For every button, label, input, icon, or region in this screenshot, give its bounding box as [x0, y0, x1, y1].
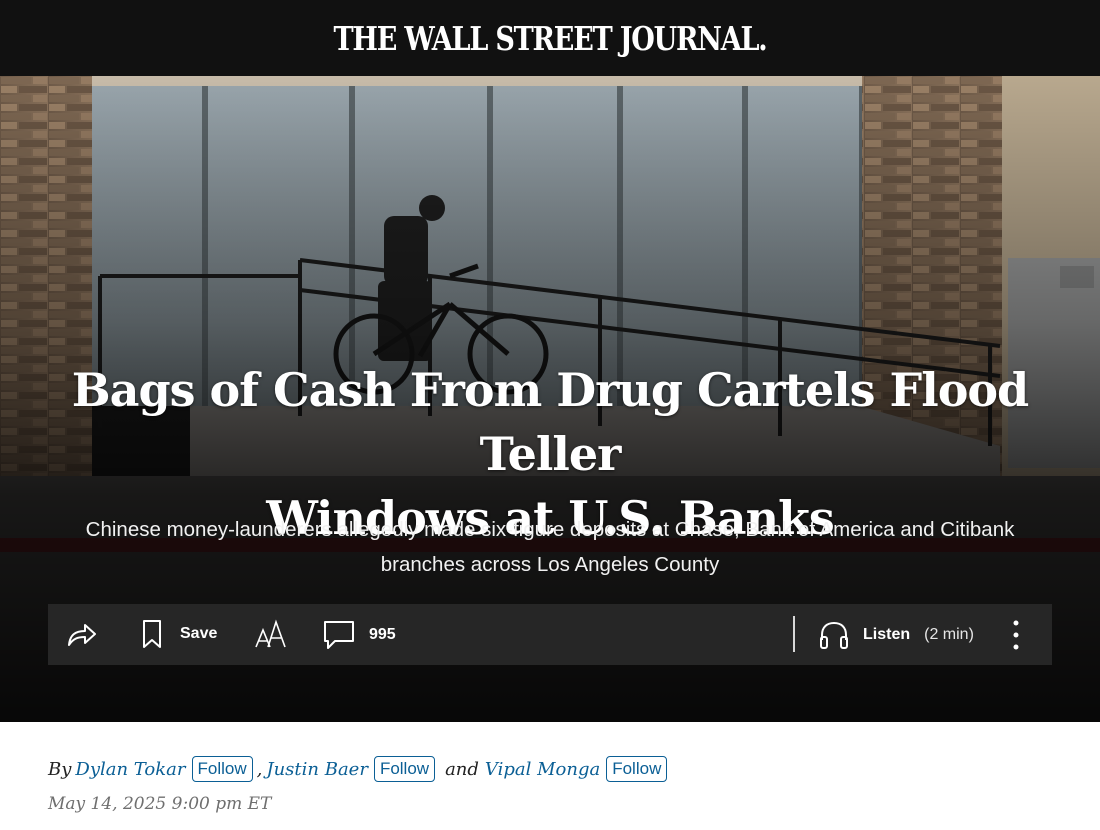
follow-button-dylan-tokar[interactable]: Follow: [191, 756, 253, 782]
more-vertical-icon: [1013, 620, 1019, 650]
follow-button-vipal-monga[interactable]: Follow: [606, 756, 668, 782]
byline-and: and: [445, 758, 479, 780]
article-dek: Chinese money-launderers allegedly made …: [40, 512, 1060, 582]
article-toolbar: Save 995 Listen (2 min): [48, 604, 1052, 665]
headline-line-1: Bags of Cash From Drug Cartels Flood Tel…: [71, 363, 1029, 481]
listen-label: Listen: [863, 626, 911, 643]
toolbar-divider: [793, 616, 795, 652]
save-label: Save: [180, 625, 218, 642]
dek-line-1: Chinese money-launderers allegedly made …: [85, 518, 1015, 541]
masthead-logo[interactable]: THE WALL STREET JOURNAL.: [334, 19, 768, 58]
text-size-button[interactable]: [254, 618, 288, 650]
text-size-icon: [255, 619, 286, 648]
top-bar: THE WALL STREET JOURNAL.: [0, 0, 1100, 76]
author-link-vipal-monga[interactable]: Vipal Monga: [485, 759, 600, 780]
author-link-dylan-tokar[interactable]: Dylan Tokar: [75, 759, 185, 780]
author-link-justin-baer[interactable]: Justin Baer: [266, 759, 368, 780]
share-icon: [68, 624, 96, 646]
comments-count: 995: [369, 626, 396, 643]
follow-button-justin-baer[interactable]: Follow: [373, 756, 436, 782]
byline-section: By Dylan Tokar Follow , Justin Baer Foll…: [48, 756, 1048, 814]
byline: By Dylan Tokar Follow , Justin Baer Foll…: [48, 756, 1048, 782]
publish-date: May 14, 2025 9:00 pm ET: [48, 794, 272, 814]
comment-icon: [324, 621, 354, 649]
bookmark-icon: [143, 620, 161, 648]
more-options-button[interactable]: [1008, 618, 1024, 652]
listen-duration: (2 min): [924, 626, 974, 643]
listen-button[interactable]: Listen (2 min): [818, 620, 974, 650]
share-button[interactable]: [66, 620, 98, 648]
comments-button[interactable]: 995: [323, 620, 396, 650]
byline-by: By: [48, 758, 72, 780]
dek-line-2: branches across Los Angeles County: [380, 553, 720, 576]
headphones-icon: [820, 621, 848, 649]
save-button[interactable]: Save: [142, 619, 217, 649]
byline-separator: ,: [256, 758, 263, 780]
hero-image: Bags of Cash From Drug Cartels Flood Tel…: [0, 76, 1100, 722]
